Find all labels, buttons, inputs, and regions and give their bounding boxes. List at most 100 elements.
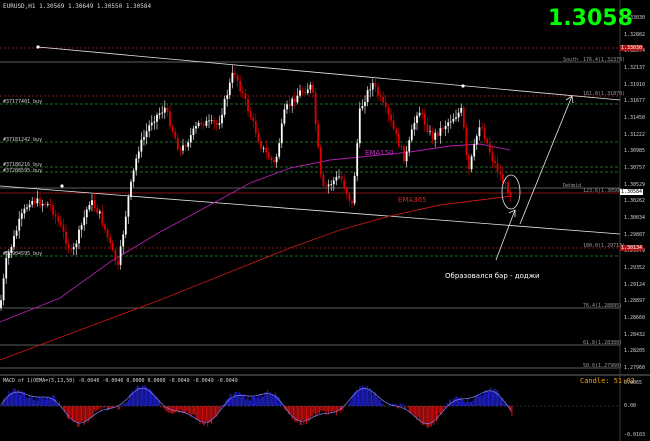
order-label[interactable]: #37181242 buy [3, 137, 42, 143]
candle-body [379, 95, 382, 97]
candle-body [52, 205, 54, 215]
price-axis-label: 1.29352 [624, 265, 646, 271]
candle-body [46, 204, 49, 206]
candle-body [0, 300, 2, 308]
ema150-line [0, 143, 511, 323]
order-label[interactable]: #36904595 buy [3, 251, 42, 257]
candle-body [426, 124, 429, 132]
candle-body [452, 118, 455, 122]
candle-body [473, 144, 476, 157]
price-box: 1.30134 [620, 245, 644, 251]
candle-body [218, 123, 221, 125]
candle-body [418, 112, 421, 116]
candle-body [234, 72, 236, 76]
candle-body [449, 121, 452, 123]
candle-body [509, 193, 512, 196]
fib-label: 61.8(1.28380) [583, 340, 623, 346]
candle-body [325, 185, 327, 187]
candle-body [39, 198, 41, 206]
price-chart[interactable] [0, 0, 650, 441]
candle-body [410, 129, 413, 141]
candle-body [494, 161, 496, 164]
price-box: 1.33030 [620, 45, 644, 51]
price-axis-label: 1.31450 [624, 115, 646, 121]
order-label[interactable]: #37208595 buy [3, 168, 42, 174]
current-price: 1.3058 [548, 6, 633, 31]
candle-body [319, 147, 322, 175]
price-axis-label: 1.31677 [624, 98, 646, 105]
price-axis-label: 1.32137 [624, 65, 646, 71]
candle-body [384, 102, 387, 108]
indicator-axis-label: -0.0103 [624, 432, 646, 438]
candle-body [117, 261, 119, 265]
candle-body [299, 90, 301, 96]
candle-body [145, 131, 148, 138]
candle-body [460, 107, 463, 113]
candle-body [13, 235, 15, 248]
candle-body [62, 225, 65, 232]
price-axis-label: 1.30034 [624, 215, 646, 221]
candle-body [254, 120, 257, 133]
candle-body [166, 107, 169, 112]
fib-levels [0, 47, 620, 369]
candle-body [280, 123, 283, 144]
price-axis-label: 1.28432 [624, 331, 646, 338]
candle-body [119, 246, 122, 265]
candle-body [135, 158, 138, 171]
candle-body [296, 95, 299, 103]
candle-body [499, 171, 502, 175]
price-axis-label: 1.28205 [624, 348, 646, 355]
candle-body [288, 104, 291, 106]
candle-body [488, 143, 491, 153]
candle-body [91, 200, 93, 206]
symbol-header: EURUSD,H1 1.30569 1.30649 1.30550 1.3058… [3, 3, 152, 10]
fib-label: 161.8(1.31870) [583, 91, 626, 97]
order-label[interactable]: #37177401 buy [3, 99, 42, 105]
candle-body [486, 139, 489, 144]
candle-body [182, 145, 184, 151]
candle-body [124, 216, 127, 235]
candle-body [176, 138, 179, 150]
candle-body [208, 120, 210, 122]
fib-label: Dehmid [563, 183, 582, 189]
candle-body [395, 128, 398, 134]
candle-body [504, 182, 507, 183]
fib-label: 123.6(1.30500) [583, 188, 626, 194]
trading-chart-window[interactable]: EURUSD,H1 1.30569 1.30649 1.30550 1.3058… [0, 0, 650, 441]
candle-body [483, 128, 486, 140]
candle-body [252, 117, 255, 121]
candle-body [377, 86, 379, 96]
candle-body [98, 211, 101, 214]
candle-body [23, 208, 26, 214]
candle-body [358, 108, 361, 144]
candle-body [156, 114, 158, 122]
price-axis-label: 1.31222 [624, 131, 646, 138]
candle-body [286, 104, 288, 110]
candle-body [114, 249, 117, 262]
candle-body [189, 135, 192, 143]
candle-body [338, 176, 340, 178]
candle-body [96, 208, 99, 214]
price-axis-label: 1.30757 [624, 165, 646, 171]
candle-body [83, 217, 86, 226]
price-axis-label: 1.30985 [624, 148, 646, 155]
candle-body [158, 113, 161, 115]
candle-body [265, 148, 268, 153]
candle-body [366, 90, 369, 103]
fib-label: 100.0(1.29713) [583, 243, 626, 249]
projection-arrows [495, 95, 574, 261]
candle-body [57, 216, 60, 222]
ema365-path [0, 195, 513, 361]
candle-body [335, 176, 338, 181]
candle-body [122, 234, 125, 247]
candle-body [382, 96, 385, 103]
candle-body [148, 125, 151, 132]
candle-body [247, 99, 249, 112]
candle-body [304, 91, 307, 93]
candle-body [93, 200, 96, 209]
candle-body [174, 131, 177, 139]
doji-annotation: Образовался бар - доджи [445, 272, 540, 280]
candle-body [343, 179, 346, 189]
candle-body [364, 102, 366, 107]
candle-body [228, 82, 231, 96]
